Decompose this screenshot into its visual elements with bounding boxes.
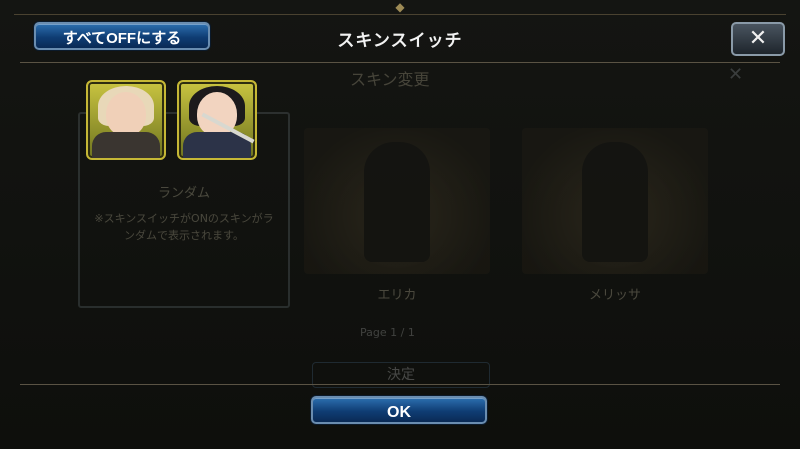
skin-card-melissa xyxy=(522,128,708,274)
close-button[interactable]: ✕ xyxy=(731,22,785,56)
background-close-icon: ✕ xyxy=(728,64,744,85)
divider-bottom xyxy=(20,384,780,385)
ornament-icon: ◆ xyxy=(395,0,405,14)
skin-card-erika xyxy=(304,128,490,274)
skin-name-melissa: メリッサ xyxy=(588,288,641,303)
background-title: スキン変更 xyxy=(350,70,430,89)
selected-skin-erika[interactable] xyxy=(177,80,257,160)
ok-button[interactable]: OK xyxy=(311,396,487,424)
character-portrait-icon xyxy=(364,142,430,262)
selected-skin-melissa[interactable] xyxy=(86,80,166,160)
skin-switch-dialog: ◆ すべてOFFにする スキンスイッチ ✕ スキン変更 ✕ ランダム ※スキンス… xyxy=(0,0,800,449)
page-indicator: Page 1 / 1 xyxy=(360,326,415,339)
page-title: スキンスイッチ xyxy=(337,31,463,51)
random-note: ※スキンスイッチがONのスキンがランダムで表示されます。 xyxy=(94,212,274,242)
skin-name-erika: エリカ xyxy=(377,288,417,303)
character-portrait-icon xyxy=(582,142,648,262)
random-label: ランダム xyxy=(157,186,210,201)
